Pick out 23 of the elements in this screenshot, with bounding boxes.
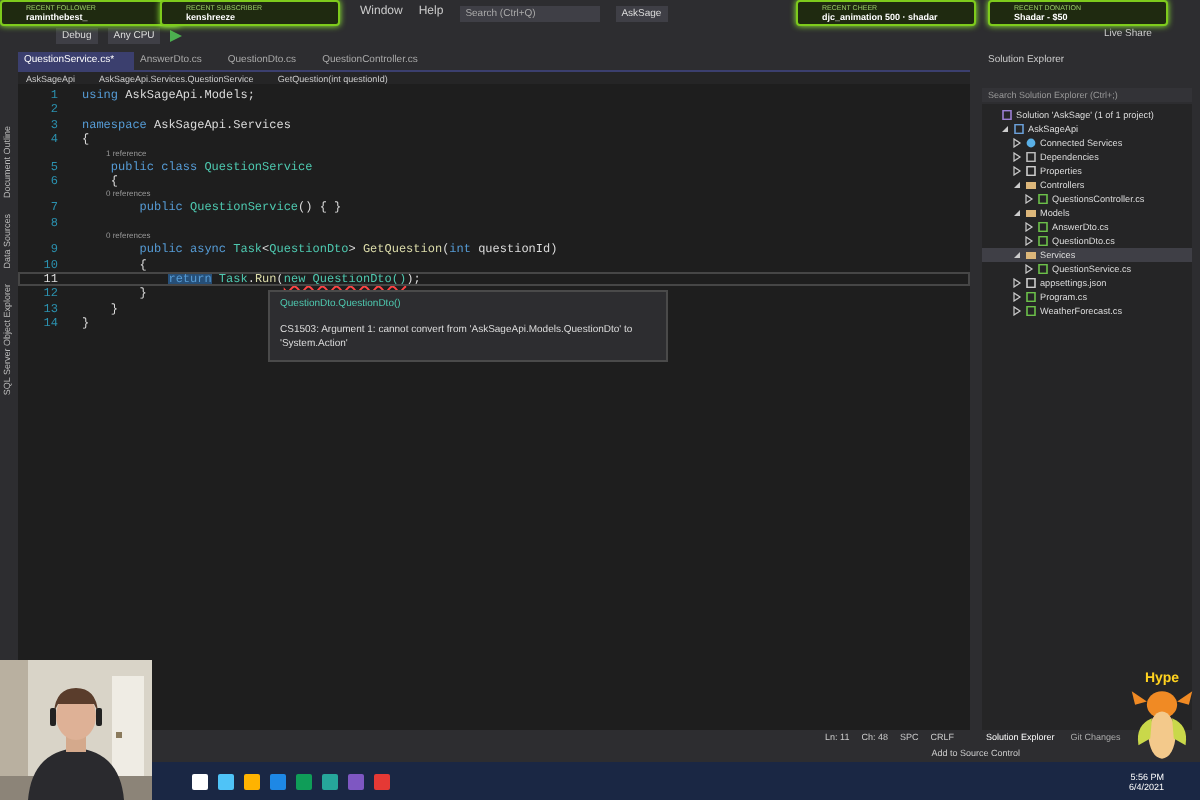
- collapse-icon[interactable]: [1012, 180, 1022, 190]
- globe-icon: [1026, 138, 1036, 148]
- expand-icon[interactable]: [1024, 194, 1034, 204]
- expand-icon[interactable]: [1012, 166, 1022, 176]
- expand-icon[interactable]: [1012, 306, 1022, 316]
- project-icon: [1014, 124, 1024, 134]
- collapse-icon[interactable]: [1012, 250, 1022, 260]
- run-icon[interactable]: [170, 30, 183, 42]
- folder-icon: [1026, 208, 1036, 218]
- expand-icon[interactable]: [1012, 152, 1022, 162]
- mascot-drawing: [1128, 688, 1196, 762]
- folder-icon: [1026, 250, 1036, 260]
- collapse-icon[interactable]: [1012, 208, 1022, 218]
- file-icon: [1038, 194, 1048, 204]
- expand-icon[interactable]: [1024, 264, 1034, 274]
- expand-icon[interactable]: [1024, 222, 1034, 232]
- expand-icon[interactable]: [1012, 292, 1022, 302]
- solution-icon: [1002, 110, 1012, 120]
- expand-icon[interactable]: [1012, 138, 1022, 148]
- expand-icon[interactable]: [1024, 236, 1034, 246]
- expand-icon[interactable]: [1012, 278, 1022, 288]
- collapse-icon[interactable]: [1000, 124, 1010, 134]
- folder-icon: [1026, 180, 1036, 190]
